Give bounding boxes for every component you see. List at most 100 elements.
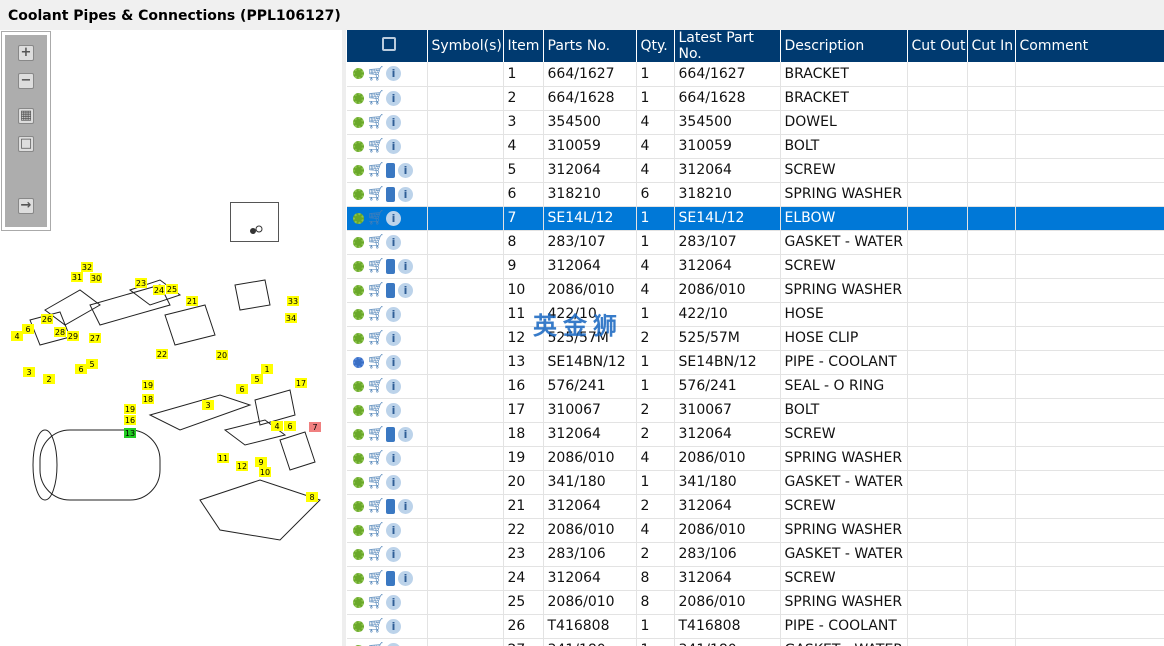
table-row[interactable]: 🛒︎ i 2 664/1628 1 664/1628 BRACKET bbox=[347, 86, 1164, 111]
cart-icon[interactable]: 🛒︎ bbox=[367, 450, 385, 466]
gear-icon[interactable] bbox=[353, 212, 364, 224]
info-icon[interactable]: i bbox=[386, 618, 401, 634]
book-icon[interactable] bbox=[386, 570, 395, 586]
table-row[interactable]: 🛒︎ i 12 525/57M 2 525/57M HOSE CLIP bbox=[347, 326, 1164, 351]
cart-icon[interactable]: 🛒︎ bbox=[367, 258, 385, 274]
column-cut-out[interactable]: Cut Out bbox=[907, 30, 968, 62]
column-item[interactable]: Item bbox=[503, 30, 544, 62]
gear-icon[interactable] bbox=[353, 236, 364, 248]
info-icon[interactable]: i bbox=[386, 378, 401, 394]
table-row[interactable]: 🛒︎ i 7 SE14L/12 1 SE14L/12 ELBOW bbox=[347, 206, 1164, 231]
info-icon[interactable]: i bbox=[398, 258, 413, 274]
cart-icon[interactable]: 🛒︎ bbox=[367, 378, 385, 394]
info-icon[interactable]: i bbox=[386, 138, 401, 154]
info-icon[interactable]: i bbox=[398, 162, 413, 178]
callout-label[interactable]: 30 bbox=[91, 274, 101, 283]
info-icon[interactable]: i bbox=[398, 570, 413, 586]
info-icon[interactable]: i bbox=[386, 594, 401, 610]
callout-label[interactable]: 28 bbox=[55, 328, 65, 337]
info-icon[interactable]: i bbox=[386, 402, 401, 418]
callout-label[interactable]: 6 bbox=[239, 385, 244, 394]
callout-label[interactable]: 8 bbox=[309, 493, 314, 502]
table-row[interactable]: 🛒︎ i 17 310067 2 310067 BOLT bbox=[347, 398, 1164, 423]
callout-label[interactable]: 23 bbox=[136, 279, 146, 288]
info-icon[interactable]: i bbox=[386, 354, 401, 370]
book-icon[interactable] bbox=[386, 186, 395, 202]
callout-label[interactable]: 16 bbox=[125, 416, 135, 425]
info-icon[interactable]: i bbox=[386, 306, 401, 322]
zoom-out-button[interactable]: − bbox=[18, 73, 34, 89]
info-icon[interactable]: i bbox=[386, 210, 401, 226]
callout-label[interactable]: 27 bbox=[90, 334, 100, 343]
callout-label[interactable]: 6 bbox=[25, 325, 30, 334]
callout-label[interactable]: 6 bbox=[287, 422, 292, 431]
table-row[interactable]: 🛒︎ i 21 312064 2 312064 SCREW bbox=[347, 494, 1164, 519]
info-icon[interactable]: i bbox=[386, 330, 401, 346]
cart-icon[interactable]: 🛒︎ bbox=[367, 210, 385, 226]
cart-icon[interactable]: 🛒︎ bbox=[367, 498, 385, 514]
gear-icon[interactable] bbox=[353, 476, 364, 488]
callout-label[interactable]: 31 bbox=[72, 273, 82, 282]
gear-icon[interactable] bbox=[353, 164, 364, 176]
callout-label[interactable]: 3 bbox=[205, 401, 210, 410]
callout-label[interactable]: 19 bbox=[143, 381, 153, 390]
callout-label[interactable]: 13 bbox=[125, 429, 135, 438]
exploded-diagram[interactable]: 3231 302324 2521 33342628 29 2722 204632651171… bbox=[0, 230, 342, 550]
book-icon[interactable] bbox=[386, 498, 395, 514]
callout-label[interactable]: 9 bbox=[258, 458, 263, 467]
table-row[interactable]: 🛒︎ i 3 354500 4 354500 DOWEL bbox=[347, 110, 1164, 135]
gear-icon[interactable] bbox=[353, 500, 364, 512]
table-row[interactable]: 🛒︎ i 24 312064 8 312064 SCREW bbox=[347, 566, 1164, 591]
cart-icon[interactable]: 🛒︎ bbox=[367, 570, 385, 586]
table-row[interactable]: 🛒︎ i 13 SE14BN/12 1 SE14BN/12 PIPE - COOL… bbox=[347, 350, 1164, 375]
callout-label[interactable]: 26 bbox=[42, 315, 52, 324]
callout-label[interactable]: 18 bbox=[143, 395, 153, 404]
info-icon[interactable]: i bbox=[386, 114, 401, 130]
gear-icon[interactable] bbox=[353, 140, 364, 152]
cart-icon[interactable]: 🛒︎ bbox=[367, 354, 385, 370]
column-comment[interactable]: Comment bbox=[1015, 30, 1164, 62]
table-row[interactable]: 🛒︎ i 26 T416808 1 T416808 PIPE - COOLANT bbox=[347, 614, 1164, 639]
gear-icon[interactable] bbox=[353, 116, 364, 128]
gear-icon[interactable] bbox=[353, 92, 364, 104]
cart-icon[interactable]: 🛒︎ bbox=[367, 282, 385, 298]
callout-label[interactable]: 20 bbox=[217, 351, 227, 360]
gear-icon[interactable] bbox=[353, 188, 364, 200]
table-row[interactable]: 🛒︎ i 23 283/106 2 283/106 GASKET - WATER … bbox=[347, 542, 1164, 567]
table-row[interactable]: 🛒︎ i 22 2086/010 4 2086/010 SPRING WASHER bbox=[347, 518, 1164, 543]
gear-icon[interactable] bbox=[353, 548, 364, 560]
gear-icon[interactable] bbox=[353, 332, 364, 344]
cart-icon[interactable]: 🛒︎ bbox=[367, 426, 385, 442]
callout-label[interactable]: 19 bbox=[125, 405, 135, 414]
callout-label[interactable]: 32 bbox=[82, 263, 92, 272]
export-list-button[interactable]: → bbox=[18, 198, 34, 214]
search-column-header[interactable] bbox=[347, 30, 428, 62]
callout-label[interactable]: 21 bbox=[187, 297, 197, 306]
table-row[interactable]: 🛒︎ i 11 422/10 1 422/10 HOSE bbox=[347, 302, 1164, 327]
gear-icon[interactable] bbox=[353, 620, 364, 632]
callout-label[interactable]: 5 bbox=[254, 375, 259, 384]
callout-label[interactable]: 17 bbox=[296, 379, 306, 388]
cart-icon[interactable]: 🛒︎ bbox=[367, 138, 385, 154]
table-row[interactable]: 🛒︎ i 1 664/1627 1 664/1627 BRACKET bbox=[347, 62, 1164, 87]
cart-icon[interactable]: 🛒︎ bbox=[367, 186, 385, 202]
cart-icon[interactable]: 🛒︎ bbox=[367, 546, 385, 562]
column-cut-in[interactable]: Cut In bbox=[967, 30, 1016, 62]
cart-icon[interactable]: 🛒︎ bbox=[367, 474, 385, 490]
gear-icon[interactable] bbox=[353, 308, 364, 320]
gear-icon[interactable] bbox=[353, 524, 364, 536]
callout-label[interactable]: 1 bbox=[264, 365, 269, 374]
gear-icon[interactable] bbox=[353, 596, 364, 608]
table-row[interactable]: 🛒︎ i 10 2086/010 4 2086/010 SPRING WASHER bbox=[347, 278, 1164, 303]
cart-icon[interactable]: 🛒︎ bbox=[367, 306, 385, 322]
callout-label[interactable]: 4 bbox=[14, 332, 19, 341]
book-icon[interactable] bbox=[386, 426, 395, 442]
table-row[interactable]: 🛒︎ i 25 2086/010 8 2086/010 SPRING WASHER bbox=[347, 590, 1164, 615]
column-parts-no[interactable]: Parts No. bbox=[543, 30, 637, 62]
gear-icon[interactable] bbox=[353, 428, 364, 440]
table-row[interactable]: 🛒︎ i 18 312064 2 312064 SCREW bbox=[347, 422, 1164, 447]
table-row[interactable]: 🛒︎ i 20 341/180 1 341/180 GASKET - WATER … bbox=[347, 470, 1164, 495]
callout-label[interactable]: 25 bbox=[167, 285, 177, 294]
book-icon[interactable] bbox=[386, 162, 395, 178]
cart-icon[interactable]: 🛒︎ bbox=[367, 162, 385, 178]
